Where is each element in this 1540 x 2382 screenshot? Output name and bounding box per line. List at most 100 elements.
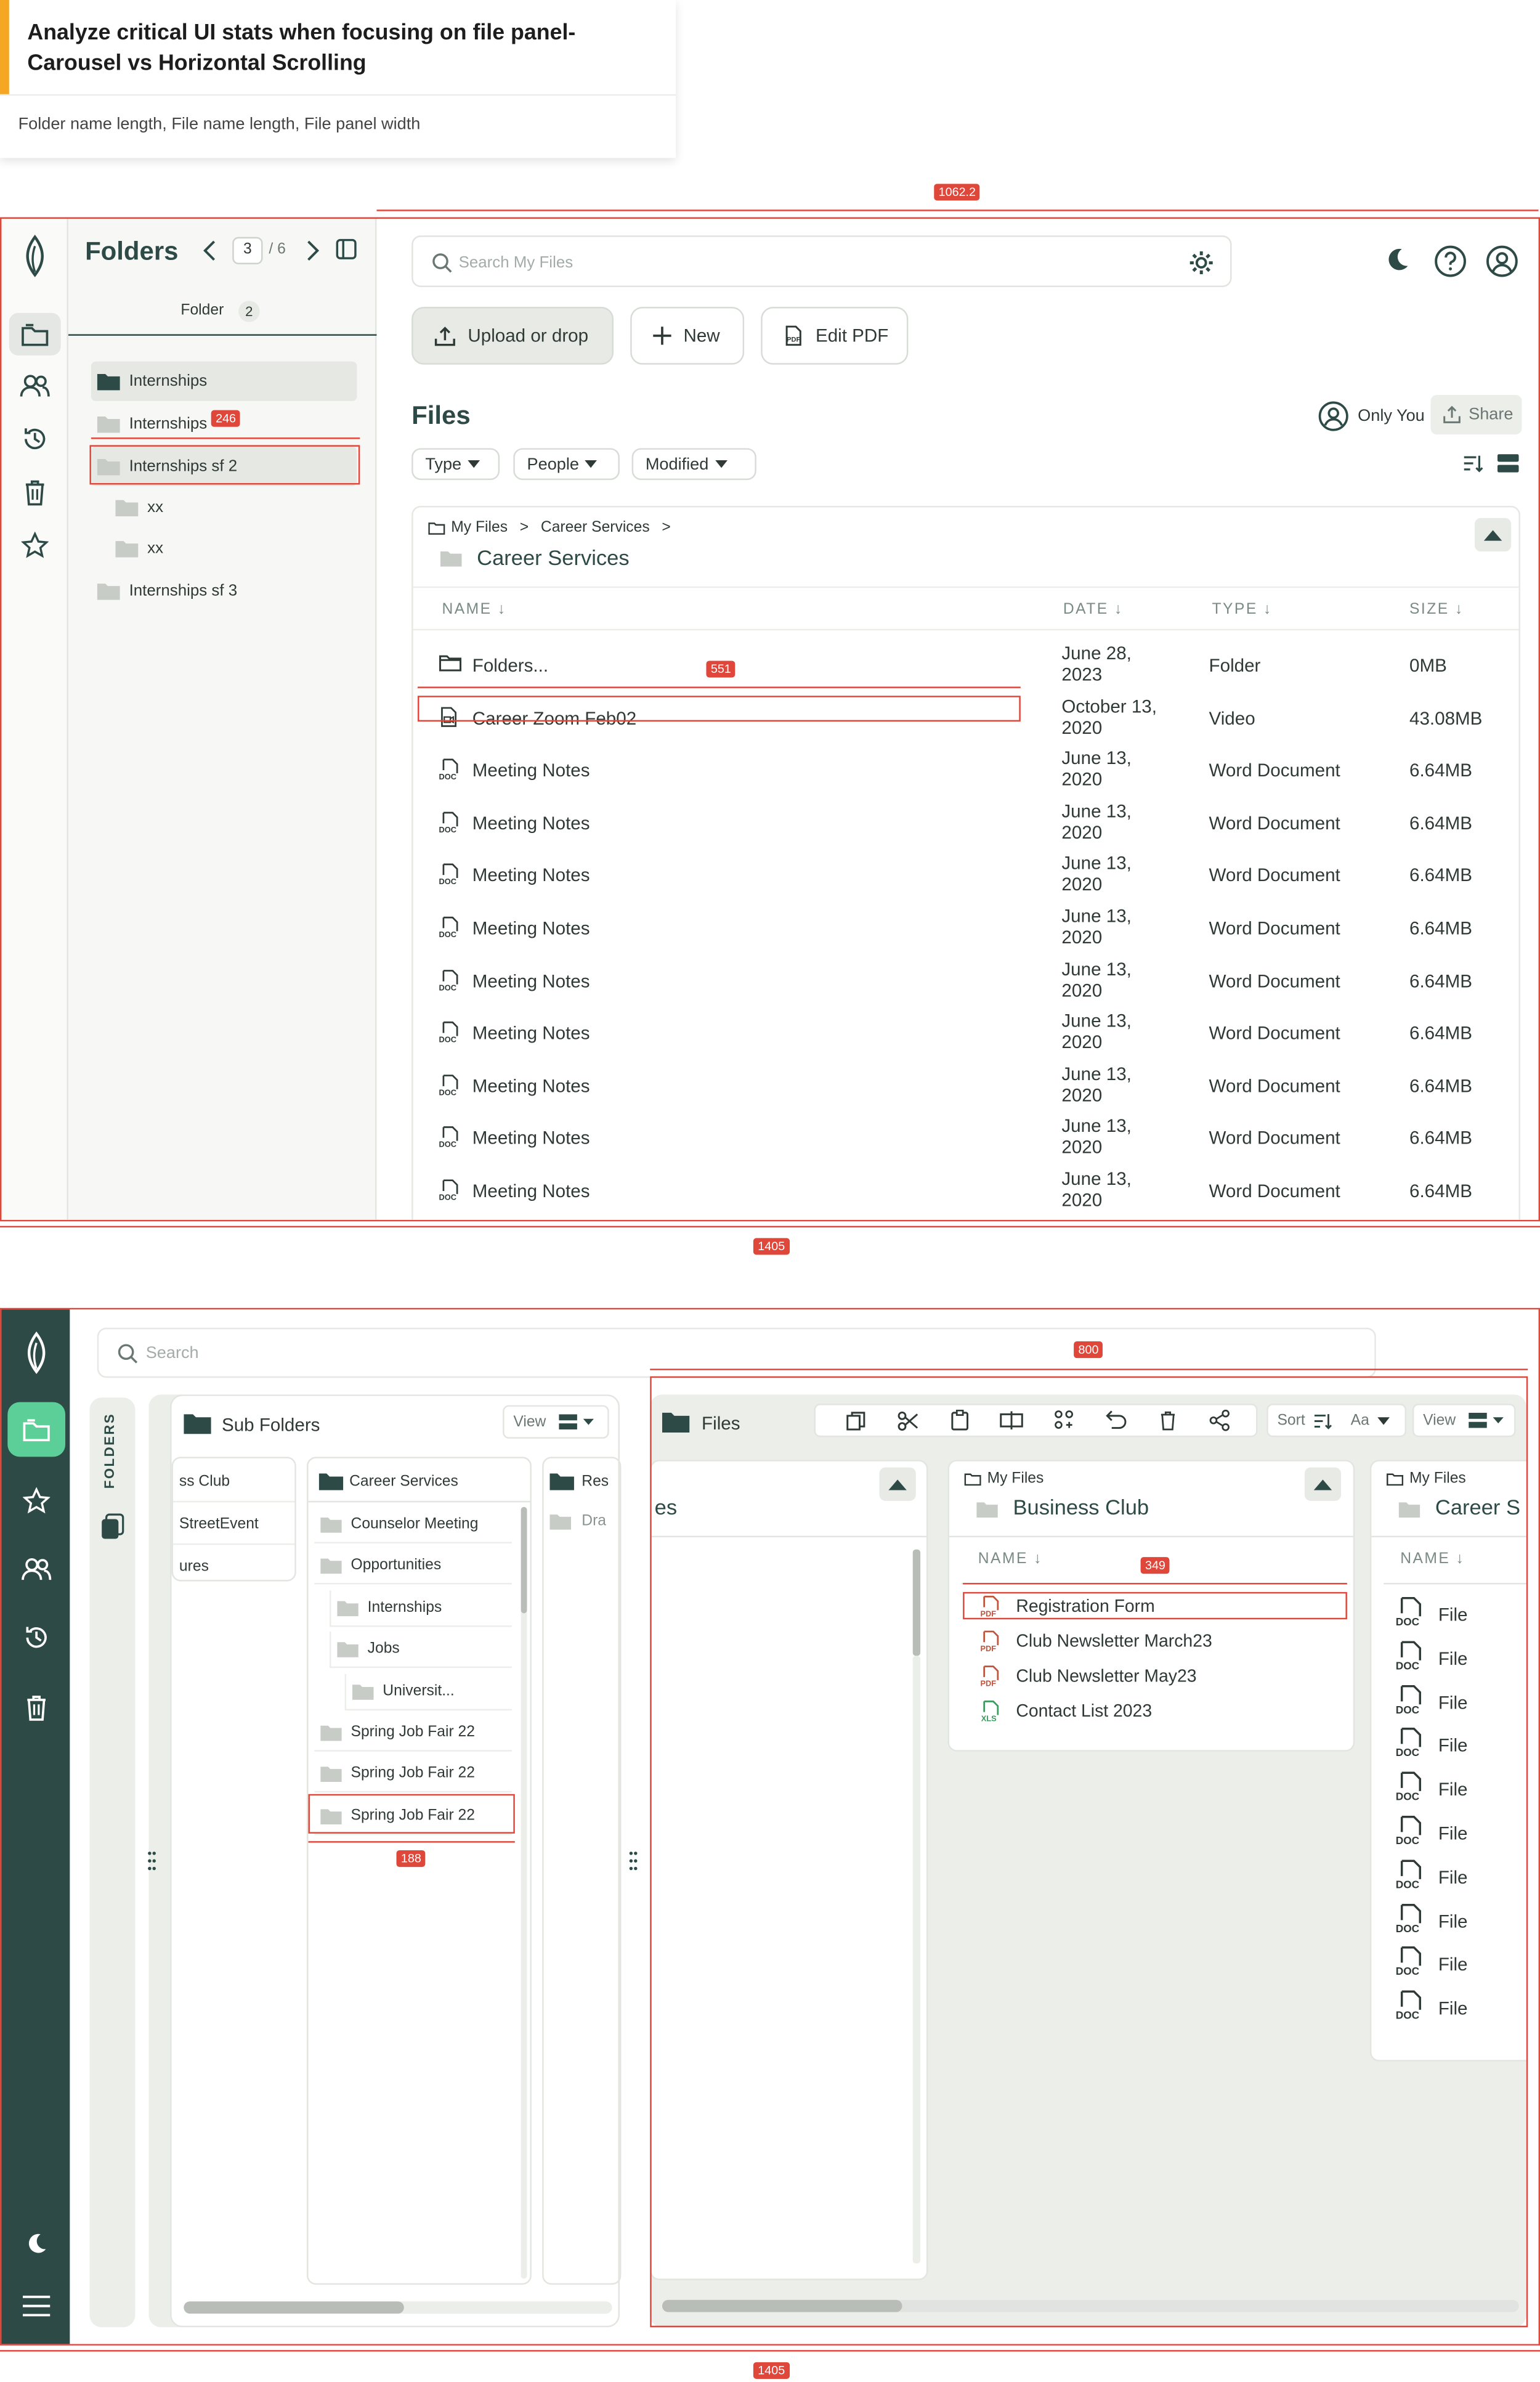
col-size-header[interactable]: SIZE ↓	[1409, 601, 1464, 618]
file-name: Meeting Notes	[472, 917, 590, 939]
list-view-icon[interactable]	[1497, 454, 1519, 473]
folder-icon	[115, 498, 139, 517]
subfolder-item[interactable]: Opportunities	[314, 1548, 512, 1585]
account-icon[interactable]	[1485, 245, 1518, 278]
subfolder-item[interactable]: Internships	[330, 1590, 512, 1627]
nav-trash-icon[interactable]	[9, 471, 61, 513]
table-row[interactable]: DOC Meeting Notes June 13, 2020 Word Documen…	[413, 1111, 1519, 1163]
file-name: Meeting Notes	[472, 1180, 590, 1202]
col-name-header[interactable]: NAME ↓	[442, 601, 506, 618]
share-label: Share	[1469, 405, 1514, 424]
subfolder-label: ss Club	[179, 1473, 230, 1490]
nav-history-icon[interactable]	[10, 1616, 62, 1659]
file-type: Word Document	[1209, 760, 1340, 781]
folder-outline-icon	[428, 522, 445, 535]
help-icon[interactable]	[1433, 245, 1467, 278]
breadcrumb-root[interactable]: My Files	[451, 519, 508, 536]
sort-order-icon[interactable]	[1462, 454, 1484, 473]
subfolder-label: Spring Job Fair 22	[351, 1765, 476, 1782]
subfolder-item[interactable]: Jobs	[330, 1632, 512, 1669]
share-button[interactable]: Share	[1430, 395, 1522, 435]
dark-mode-icon[interactable]	[1384, 246, 1411, 273]
column-2-header[interactable]: Career Services	[349, 1474, 458, 1490]
col-date-label: DATE	[1063, 601, 1109, 619]
nav-people-icon[interactable]	[9, 365, 61, 407]
nav-star-icon[interactable]	[10, 1479, 62, 1522]
leaf-logo-icon	[22, 1331, 52, 1376]
nav-files-icon[interactable]	[7, 1402, 66, 1457]
filter-modified[interactable]: Modified	[631, 448, 756, 481]
table-row[interactable]: DOC Meeting Notes June 13, 2020 Word Documen…	[413, 743, 1519, 795]
page-next-icon[interactable]	[306, 240, 321, 262]
edit-pdf-label: Edit PDF	[815, 325, 889, 347]
drag-handle-icon[interactable]	[629, 1850, 638, 1872]
subfolder-label: Internships	[367, 1599, 442, 1616]
table-row[interactable]: Folders... June 28, 2023 Folder 0MB	[413, 638, 1519, 690]
page-prev-icon[interactable]	[202, 240, 217, 262]
measure-badge-bottom-total: 1405	[753, 2362, 790, 2379]
file-size: 6.64MB	[1409, 970, 1472, 991]
doc-file-icon: DOC	[439, 863, 461, 886]
table-row[interactable]: DOC Meeting Notes June 13, 2020 Word Documen…	[413, 901, 1519, 953]
nav-history-icon[interactable]	[9, 418, 61, 460]
collapse-panel-icon[interactable]	[336, 238, 357, 260]
page-current-input[interactable]: 3	[232, 237, 263, 264]
table-row[interactable]: DOC Meeting Notes June 13, 2020 Word Documen…	[413, 953, 1519, 1005]
table-row[interactable]: DOC Meeting Notes June 13, 2020 Word Documen…	[413, 1164, 1519, 1216]
view-toggle-button[interactable]: View	[503, 1405, 609, 1439]
folder-tree-item[interactable]: Internships	[91, 361, 357, 401]
folder-tree-item[interactable]: xx	[110, 487, 357, 527]
measure-line-filename-2	[963, 1583, 1347, 1585]
search-bar[interactable]: Search	[97, 1327, 1376, 1378]
subfolder-column-2: Career Services Counselor Meeting Opportu…	[307, 1457, 532, 2285]
file-date-line-1: June 13,	[1061, 800, 1132, 822]
table-row[interactable]: DOC Meeting Notes June 13, 2020 Word Documen…	[413, 1006, 1519, 1058]
breadcrumb-child[interactable]: Career Services	[541, 519, 650, 536]
filter-people[interactable]: People	[513, 448, 620, 481]
column-3-header[interactable]: Res	[582, 1474, 609, 1490]
file-type: Folder	[1209, 654, 1261, 677]
folder-icon	[320, 1516, 342, 1533]
search-bar[interactable]: Search My Files	[411, 235, 1232, 287]
folder-icon	[320, 1558, 342, 1575]
nav-people-icon[interactable]	[10, 1548, 62, 1590]
edit-pdf-button[interactable]: PDF Edit PDF	[761, 307, 909, 365]
column-3-item[interactable]: Dra	[582, 1513, 606, 1530]
table-row[interactable]: DOC Meeting Notes June 13, 2020 Word Documen…	[413, 848, 1519, 900]
table-row[interactable]: DOC Meeting Notes June 13, 2020 Word Documen…	[413, 795, 1519, 847]
folder-tree-item[interactable]: Internships sf 3	[91, 571, 357, 611]
nav-star-icon[interactable]	[9, 524, 61, 567]
svg-text:PDF: PDF	[787, 336, 800, 344]
subfolder-item[interactable]: Counselor Meeting	[314, 1507, 512, 1543]
col-type-header[interactable]: TYPE ↓	[1212, 601, 1272, 618]
dark-mode-icon[interactable]	[10, 2222, 62, 2265]
subfolders-panel: Sub Folders View ss Club StreetEvent ures …	[148, 1394, 622, 2328]
folder-tree-label: Internships	[129, 415, 208, 433]
nav-trash-icon[interactable]	[10, 1686, 62, 1729]
subfolder-item[interactable]: ures	[173, 1551, 294, 1580]
file-size: 6.64MB	[1409, 812, 1472, 834]
folders-side-tab[interactable]: FOLDERS	[89, 1397, 136, 2328]
column-2-scrollbar[interactable]	[521, 1506, 527, 1614]
file-date-line-2: 2020	[1061, 1137, 1103, 1158]
subfolder-item[interactable]: ss Club	[173, 1466, 295, 1503]
col-date-header[interactable]: DATE ↓	[1063, 601, 1124, 618]
nav-files-icon[interactable]	[9, 312, 61, 356]
subfolder-item[interactable]: StreetEvent	[173, 1508, 295, 1545]
column-3-file-icon	[549, 1513, 572, 1530]
subfolder-item[interactable]: Spring Job Fair 22	[314, 1757, 512, 1794]
subfolders-hscrollbar[interactable]	[184, 2301, 404, 2314]
subfolder-item[interactable]: Spring Job Fair 22	[314, 1715, 512, 1752]
search-settings-icon[interactable]	[1188, 249, 1215, 276]
filter-type[interactable]: Type	[411, 448, 500, 481]
upload-button[interactable]: Upload or drop	[411, 307, 614, 365]
folder-tree-item[interactable]: xx	[110, 529, 357, 568]
folder-tree-label: Internships	[129, 372, 208, 391]
collapse-up-button[interactable]	[1475, 518, 1512, 551]
file-type: Word Document	[1209, 917, 1340, 939]
subfolder-item[interactable]: Universit...	[344, 1673, 512, 1710]
drag-handle-icon[interactable]	[147, 1850, 156, 1872]
menu-icon[interactable]	[10, 2285, 62, 2327]
table-row[interactable]: DOC Meeting Notes June 13, 2020 Word Documen…	[413, 1059, 1519, 1110]
new-button[interactable]: New	[630, 307, 745, 365]
